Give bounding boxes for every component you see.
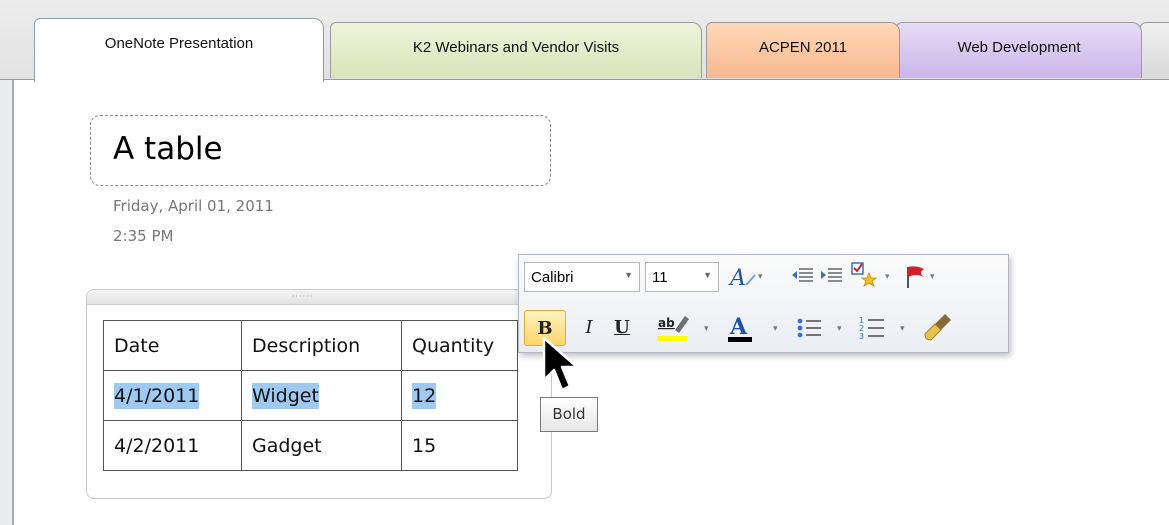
bold-tooltip: Bold bbox=[540, 397, 598, 432]
chevron-down-icon[interactable]: ▾ bbox=[758, 272, 763, 282]
font-size-value: 11 bbox=[652, 269, 668, 286]
tab-web-development[interactable]: Web Development bbox=[896, 22, 1142, 78]
chevron-down-icon[interactable]: ▾ bbox=[837, 324, 842, 334]
table-cell[interactable]: 4/2/2011 bbox=[103, 420, 242, 471]
table-cell[interactable]: Widget bbox=[241, 370, 402, 421]
cell-text: Date bbox=[114, 334, 160, 357]
cell-text: Gadget bbox=[252, 434, 322, 457]
numbering-button[interactable]: 1 2 3 bbox=[857, 312, 889, 344]
table-cell[interactable]: Quantity bbox=[401, 320, 518, 371]
table-row: 4/2/2011 Gadget 15 bbox=[103, 420, 518, 471]
page-title[interactable]: A table bbox=[113, 131, 223, 167]
page-time: 2:35 PM bbox=[113, 227, 174, 245]
cell-text: Description bbox=[252, 334, 361, 357]
chevron-down-icon: ▼ bbox=[624, 270, 633, 280]
chevron-down-icon[interactable]: ▾ bbox=[885, 272, 890, 282]
cell-text: Quantity bbox=[412, 334, 495, 357]
table-cell[interactable]: Gadget bbox=[241, 420, 402, 471]
page-date: Friday, April 01, 2011 bbox=[113, 197, 274, 215]
highlight-button[interactable]: ab bbox=[655, 310, 695, 342]
svg-text:3: 3 bbox=[859, 332, 864, 341]
tab-more[interactable] bbox=[1140, 22, 1169, 78]
cell-text: 4/2/2011 bbox=[114, 434, 200, 457]
bullet-list-icon bbox=[797, 318, 821, 338]
font-name-combo[interactable]: Calibri ▼ bbox=[524, 262, 640, 292]
decrease-indent-icon bbox=[792, 268, 813, 282]
table-cell[interactable]: 4/1/2011 bbox=[103, 370, 242, 421]
grow-font-icon: A bbox=[728, 266, 756, 291]
red-flag-icon bbox=[907, 266, 924, 288]
chevron-down-icon[interactable]: ▾ bbox=[773, 324, 778, 334]
checkbox-star-tag-icon bbox=[851, 262, 878, 287]
increase-indent-button[interactable] bbox=[816, 261, 848, 293]
note-container-handle[interactable]: ······ bbox=[87, 290, 551, 305]
highlighter-icon: ab bbox=[657, 316, 689, 341]
tab-k2-webinars[interactable]: K2 Webinars and Vendor Visits bbox=[330, 22, 702, 78]
grip-icon: ······ bbox=[292, 292, 314, 301]
table-cell[interactable]: 12 bbox=[401, 370, 518, 421]
format-painter-button[interactable] bbox=[921, 310, 953, 342]
mouse-cursor-icon bbox=[542, 336, 579, 392]
bullets-button[interactable] bbox=[794, 312, 826, 344]
section-tab-strip: Web Development ACPEN 2011 K2 Webinars a… bbox=[0, 0, 1169, 82]
data-table[interactable]: Date Description Quantity 4/1/2011 Widge… bbox=[103, 320, 518, 471]
table-row: 4/1/2011 Widget 12 bbox=[103, 370, 518, 421]
chevron-down-icon[interactable]: ▾ bbox=[704, 324, 709, 334]
font-color-button[interactable]: A bbox=[725, 310, 765, 342]
decrease-indent-button[interactable] bbox=[787, 261, 819, 293]
paintbrush-icon bbox=[924, 314, 951, 341]
underline-button[interactable]: U bbox=[606, 312, 638, 344]
page-left-edge bbox=[0, 80, 12, 525]
table-cell[interactable]: 15 bbox=[401, 420, 518, 471]
chevron-down-icon[interactable]: ▾ bbox=[930, 272, 935, 282]
numbered-list-icon: 1 2 3 bbox=[859, 316, 884, 341]
table-row-header: Date Description Quantity bbox=[103, 320, 518, 371]
grow-font-button[interactable]: A bbox=[726, 261, 758, 293]
cell-text: 15 bbox=[412, 434, 437, 457]
highlight-text: ab bbox=[658, 316, 675, 330]
font-size-combo[interactable]: 11 ▼ bbox=[645, 262, 719, 292]
font-name-value: Calibri bbox=[531, 269, 574, 286]
cell-text-selected: 12 bbox=[412, 382, 437, 409]
table-cell[interactable]: Date bbox=[103, 320, 242, 371]
font-color-glyph: A bbox=[729, 314, 748, 340]
svg-text:A: A bbox=[728, 266, 746, 291]
font-color-icon: A bbox=[728, 314, 752, 342]
mini-toolbar: Calibri ▼ 11 ▼ A ▾ ▾ ▾ B I U ab ▾ A ▾ ▾ … bbox=[518, 254, 1009, 353]
tab-acpen-2011[interactable]: ACPEN 2011 bbox=[706, 22, 900, 78]
chevron-down-icon[interactable]: ▾ bbox=[900, 324, 905, 334]
tab-onenote-presentation[interactable]: OneNote Presentation bbox=[34, 18, 324, 82]
tag-button[interactable] bbox=[847, 259, 879, 291]
table-cell[interactable]: Description bbox=[241, 320, 402, 371]
flag-button[interactable] bbox=[899, 261, 931, 293]
cell-text-selected: 4/1/2011 bbox=[114, 382, 200, 409]
cell-text-selected: Widget bbox=[252, 382, 319, 409]
increase-indent-icon bbox=[821, 268, 842, 282]
chevron-down-icon: ▼ bbox=[703, 270, 712, 280]
